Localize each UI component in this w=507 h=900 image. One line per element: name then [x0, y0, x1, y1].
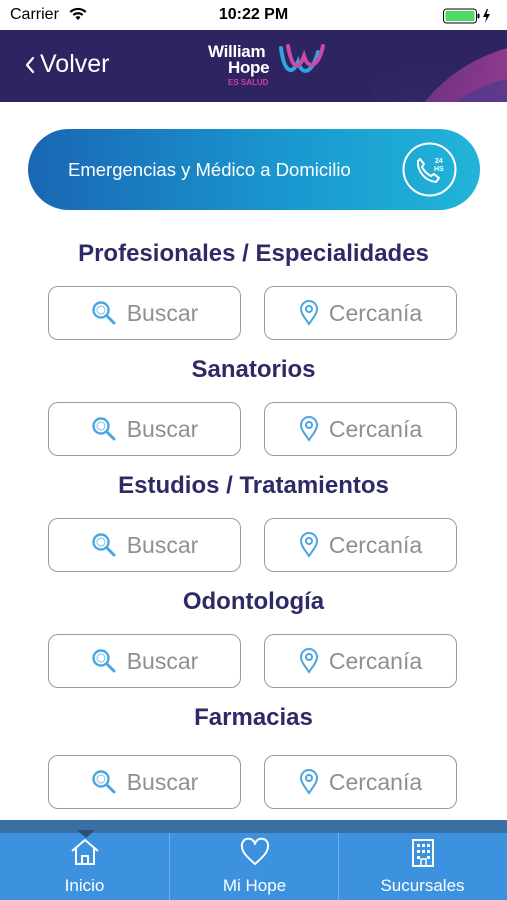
tab-label: Sucursales — [380, 876, 465, 895]
nearby-label: Cercanía — [328, 768, 423, 795]
nearby-button-profesionales[interactable]: Cercanía — [264, 286, 457, 340]
search-label: Buscar — [126, 531, 199, 558]
emergency-label: Emergencias y Médico a Domicilio — [68, 159, 351, 180]
tab-mi-hope[interactable]: Mi Hope — [170, 833, 339, 900]
tab-inicio[interactable]: Inicio — [0, 833, 169, 900]
location-pin-icon — [299, 648, 319, 674]
nearby-button-sanatorios[interactable]: Cercanía — [264, 402, 457, 456]
back-button[interactable]: Volver — [24, 50, 109, 79]
william-hope-logo: William Hope ES SALUD — [208, 42, 328, 92]
search-button-farmacias[interactable]: Buscar — [48, 755, 241, 809]
search-label: Buscar — [126, 768, 199, 795]
nearby-button-farmacias[interactable]: Cercanía — [264, 755, 457, 809]
search-button-profesionales[interactable]: Buscar — [48, 286, 241, 340]
svg-text:HS: HS — [434, 166, 444, 173]
svg-text:24: 24 — [435, 158, 443, 165]
nearby-label: Cercanía — [328, 415, 423, 442]
search-label: Buscar — [126, 299, 199, 326]
screen: Carrier 10:22 PM Volver William Hope ES … — [0, 0, 507, 900]
status-bar: Carrier 10:22 PM — [0, 0, 507, 30]
battery-icon — [443, 8, 495, 24]
section-title-sanatorios: Sanatorios — [191, 356, 316, 383]
nearby-label: Cercanía — [328, 647, 423, 674]
nearby-button-odontologia[interactable]: Cercanía — [264, 634, 457, 688]
tab-sucursales[interactable]: Sucursales — [338, 833, 507, 900]
logo-w-mark-icon — [279, 44, 325, 73]
logo-tagline: ES SALUD — [228, 78, 269, 87]
emergency-button[interactable]: Emergencias y Médico a Domicilio 24 HS — [28, 129, 480, 210]
section-title-odontologia: Odontología — [182, 588, 325, 615]
section-title-farmacias: Farmacias — [194, 704, 313, 731]
tab-label: Mi Hope — [222, 876, 287, 895]
search-icon — [91, 648, 117, 674]
logo-line-2: Hope — [228, 58, 270, 77]
search-icon — [91, 769, 117, 795]
building-icon — [338, 837, 507, 869]
nearby-button-estudios[interactable]: Cercanía — [264, 518, 457, 572]
phone-24hs-icon: 24 HS — [402, 142, 457, 197]
section-title-profesionales: Profesionales / Especialidades — [78, 240, 429, 267]
search-button-estudios[interactable]: Buscar — [48, 518, 241, 572]
search-label: Buscar — [126, 415, 199, 442]
search-icon — [91, 532, 117, 558]
search-icon — [91, 416, 117, 442]
tab-label: Inicio — [64, 876, 105, 895]
tab-bar: Inicio Mi Hope Sucursales — [0, 820, 507, 900]
search-icon — [91, 300, 117, 326]
home-icon — [0, 837, 169, 867]
nearby-label: Cercanía — [328, 531, 423, 558]
status-time: 10:22 PM — [218, 6, 289, 23]
header-decoration — [367, 48, 507, 102]
back-label: Volver — [40, 50, 110, 78]
search-button-sanatorios[interactable]: Buscar — [48, 402, 241, 456]
heart-icon — [170, 837, 339, 867]
nearby-label: Cercanía — [328, 299, 423, 326]
chevron-left-icon — [25, 56, 35, 73]
location-pin-icon — [299, 769, 319, 795]
location-pin-icon — [299, 300, 319, 326]
location-pin-icon — [299, 416, 319, 442]
location-pin-icon — [299, 532, 319, 558]
search-button-odontologia[interactable]: Buscar — [48, 634, 241, 688]
search-label: Buscar — [126, 647, 199, 674]
nav-header: Volver William Hope ES SALUD — [0, 30, 507, 102]
section-title-estudios: Estudios / Tratamientos — [118, 472, 389, 499]
